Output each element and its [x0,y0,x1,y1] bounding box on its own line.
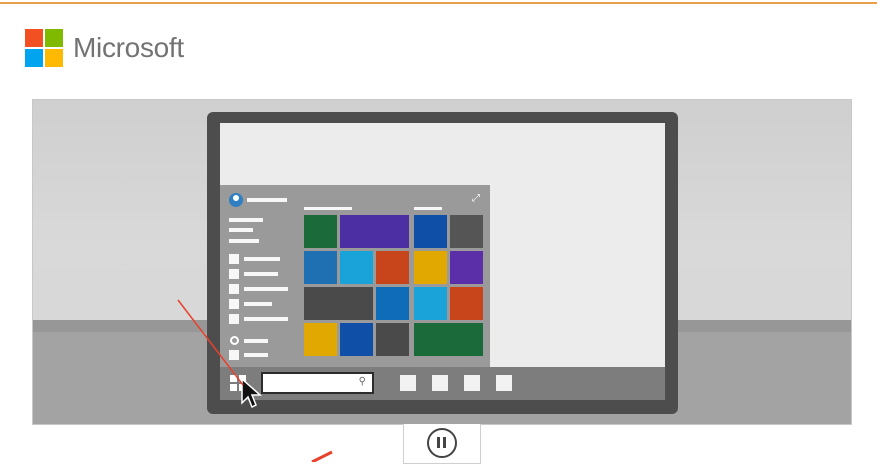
start-tile [340,323,373,356]
start-tile [450,215,483,248]
start-tile [414,251,447,284]
illustrated-screen: ⤢ ⚲ [220,123,665,400]
start-tile [376,287,409,320]
microsoft-brand[interactable]: Microsoft [25,29,184,67]
search-icon: ⚲ [358,376,366,387]
expand-icon: ⤢ [472,193,480,204]
animation-frame: ⤢ ⚲ [32,99,852,425]
taskbar-app-icon [464,375,480,391]
start-tile [340,215,409,248]
power-icon [230,336,239,345]
start-tile [414,323,483,356]
animation-controls [403,424,481,464]
mouse-cursor-icon [241,378,262,409]
accent-top-line [0,2,877,4]
taskbar-app-icon [400,375,416,391]
start-tile [304,287,373,320]
taskbar-app-icon [496,375,512,391]
user-icon [229,193,243,207]
microsoft-logo-icon [25,29,63,67]
brand-name: Microsoft [73,32,184,63]
start-tile [304,323,337,356]
start-tile [304,215,337,248]
start-tile [450,287,483,320]
start-tile [414,215,447,248]
start-tile [304,251,337,284]
pause-button[interactable] [427,428,457,458]
start-tile [414,287,447,320]
illustrated-start-menu: ⤢ [220,185,490,367]
illustrated-search-box: ⚲ [261,372,374,394]
start-tile [450,251,483,284]
start-tile [340,251,373,284]
start-tile [376,323,409,356]
taskbar-app-icon [432,375,448,391]
illustrated-monitor: ⤢ ⚲ [207,112,678,414]
start-tile [376,251,409,284]
illustrated-taskbar: ⚲ [220,367,665,400]
